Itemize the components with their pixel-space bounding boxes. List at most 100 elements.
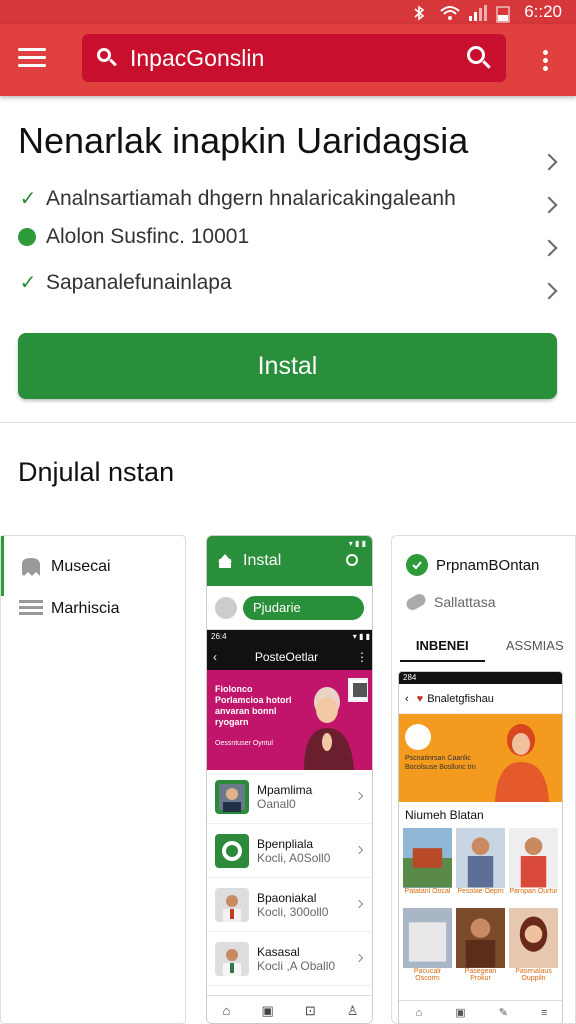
caption-row: Patatanl Oocal Pesolae Oepm Parnpan Ourf…: [399, 888, 562, 900]
whatsapp-icon: [406, 554, 428, 576]
chevron-right-icon: [354, 899, 364, 909]
list-item-subtitle: Kocli, 300oll0: [257, 904, 329, 919]
list-item-subtitle: Kocli, A0Soll0: [257, 850, 331, 865]
grid-image: [456, 828, 505, 888]
status-dot-icon: [18, 228, 36, 246]
screenshot-preview[interactable]: ▾ ▮ ▮ Instal Pjudarie 26:4 ▾ ▮ ▮ ‹ PosteO…: [206, 535, 373, 1024]
image-grid: [399, 908, 562, 968]
category-label: Marhiscia: [51, 600, 120, 617]
book-icon: ▣: [261, 1002, 274, 1018]
home-icon: ⌂: [415, 1006, 423, 1019]
preview-header-title: Instal: [243, 552, 282, 569]
tab-assmias[interactable]: ASSMIAS: [493, 632, 576, 662]
preview-header: ▾ ▮ ▮ Instal: [207, 536, 372, 586]
heart-icon: ♥: [416, 692, 424, 705]
install-button[interactable]: Instal: [18, 333, 557, 399]
inner-title: PosteOetlar: [254, 650, 319, 664]
inner-status-bar: 284: [399, 672, 562, 684]
grid-image: [509, 828, 558, 888]
screenshot-preview[interactable]: PrpnamBOntan Sallattasa INBENEI ASSMIAS …: [391, 535, 576, 1024]
inner-nav: ‹ ♥ Bnaletgfishau: [399, 684, 562, 714]
banner: Pscnatinrsan Caanlic Bocolsuse Bosllunc …: [399, 714, 562, 802]
inner-nav: ‹ PosteOetlar ⋮: [207, 644, 372, 670]
list-item-subtitle: Oanal0: [257, 796, 296, 811]
banner-text: Pscnatinrsan Caanlic Bocolsuse Bosllunc …: [405, 755, 476, 771]
list-item-title: Kasasal: [257, 944, 300, 959]
category-item[interactable]: Musecai: [19, 556, 111, 578]
book-icon: ▣: [455, 1007, 466, 1019]
inner-status-bar: 26:4 ▾ ▮ ▮: [207, 630, 372, 644]
section-heading: Niumeh Blatan: [405, 808, 484, 822]
grid-image: [509, 908, 558, 968]
chevron-right-icon: [354, 845, 364, 855]
chevron-right-icon[interactable]: [540, 282, 558, 300]
list-icon: [19, 598, 43, 620]
thumbnail: [215, 887, 249, 922]
app-row-title: PrpnamBOntan: [436, 556, 540, 574]
list-item[interactable]: Bpenpliala Kocli, A0Soll0: [207, 824, 372, 878]
inner-title: Bnaletgfishau: [427, 692, 494, 705]
back-icon: ‹: [405, 692, 409, 705]
home-icon: [217, 554, 233, 568]
person-image: [495, 724, 549, 802]
inner-phone: 284 ‹ ♥ Bnaletgfishau Pscnatinrsan Caanl…: [398, 671, 563, 1023]
preview-pill: Pjudarie: [243, 595, 364, 620]
chevron-right-icon[interactable]: [540, 196, 558, 214]
search-input[interactable]: InpacGonslin: [130, 45, 466, 72]
grid-image: [403, 908, 452, 968]
grid-caption: Pasenalaus Ouppiln: [515, 968, 552, 982]
feature-item[interactable]: ✓ Analnsartiamah dhgern hnalaricakingale…: [18, 186, 456, 211]
section-title: Dnjulal nstan: [18, 457, 175, 487]
pill-icon: [404, 591, 428, 613]
tab-inbenei[interactable]: INBENEI: [400, 632, 485, 662]
page-title: Nenarlak inapkin Uaridagsia: [18, 120, 469, 161]
caption-row: Pacucalr Oscorm Pasegean Prokur Pasenala…: [399, 968, 562, 982]
list-item[interactable]: Bpaoniakal Kocli, 300oll0: [207, 878, 372, 932]
check-icon: ✓: [19, 188, 37, 210]
bottom-nav: ⌂ ▣ ⊡ ♙: [207, 995, 372, 1023]
menu-icon[interactable]: [18, 48, 46, 68]
save-icon: ⊡: [304, 1002, 316, 1018]
list-item[interactable]: Mpamlima Oanal0: [207, 770, 372, 824]
grid-caption: Parnpan Ourfur: [509, 888, 558, 895]
search-bar[interactable]: InpacGonslin: [82, 34, 506, 82]
grid-image: [456, 908, 505, 968]
chevron-right-icon: [354, 953, 364, 963]
chevron-right-icon[interactable]: [540, 239, 558, 257]
feature-text: Sapanalefunainlapa: [46, 270, 232, 294]
preview-status-icons: ▾ ▮ ▮: [348, 539, 366, 548]
person-icon: ♙: [346, 1002, 359, 1018]
search-icon: [96, 47, 118, 69]
app-bar: InpacGonslin: [0, 24, 576, 96]
more-icon: ⋮: [356, 650, 368, 664]
app-row: PrpnamBOntan: [406, 554, 539, 576]
battery-icon: [496, 5, 514, 23]
grid-caption: Pasegean Prokur: [464, 968, 497, 982]
back-icon: ‹: [213, 650, 217, 664]
status-time: 6::20: [524, 2, 562, 21]
grid-image: [403, 828, 452, 888]
thumbnail: [215, 779, 249, 814]
status-bar: 6::20: [0, 0, 576, 24]
feature-item[interactable]: ✓ Sapanalefunainlapa: [18, 270, 232, 295]
list-item-title: Mpamlima: [257, 782, 313, 797]
list-item[interactable]: Kasasal Kocli ,A Oball0: [207, 932, 372, 986]
app-row: Sallattasa: [404, 591, 495, 613]
category-item[interactable]: Marhiscia: [19, 598, 119, 620]
puzzle-icon: [19, 556, 43, 578]
bluetooth-icon: [412, 5, 430, 21]
thumbnail-frame: [348, 678, 368, 702]
feature-item[interactable]: Alolon Susfinc. 10001: [18, 225, 249, 249]
feature-text: Alolon Susfinc. 10001: [46, 225, 250, 248]
banner-text: Fiolonco Porlamcioa hotorl anvaran bonnl…: [215, 684, 292, 727]
divider: [0, 422, 576, 423]
list-item-subtitle: Kocli ,A Oball0: [257, 958, 336, 973]
active-indicator: [1, 536, 4, 596]
more-options-icon[interactable]: [543, 50, 549, 72]
search-icon: [346, 554, 358, 566]
search-submit-icon[interactable]: [466, 45, 492, 71]
edit-icon: ✎: [498, 1007, 508, 1019]
grid-caption: Pacucalr Oscorm: [413, 968, 442, 982]
chevron-right-icon[interactable]: [540, 153, 558, 171]
list-item-title: Bpaoniakal: [257, 890, 317, 905]
